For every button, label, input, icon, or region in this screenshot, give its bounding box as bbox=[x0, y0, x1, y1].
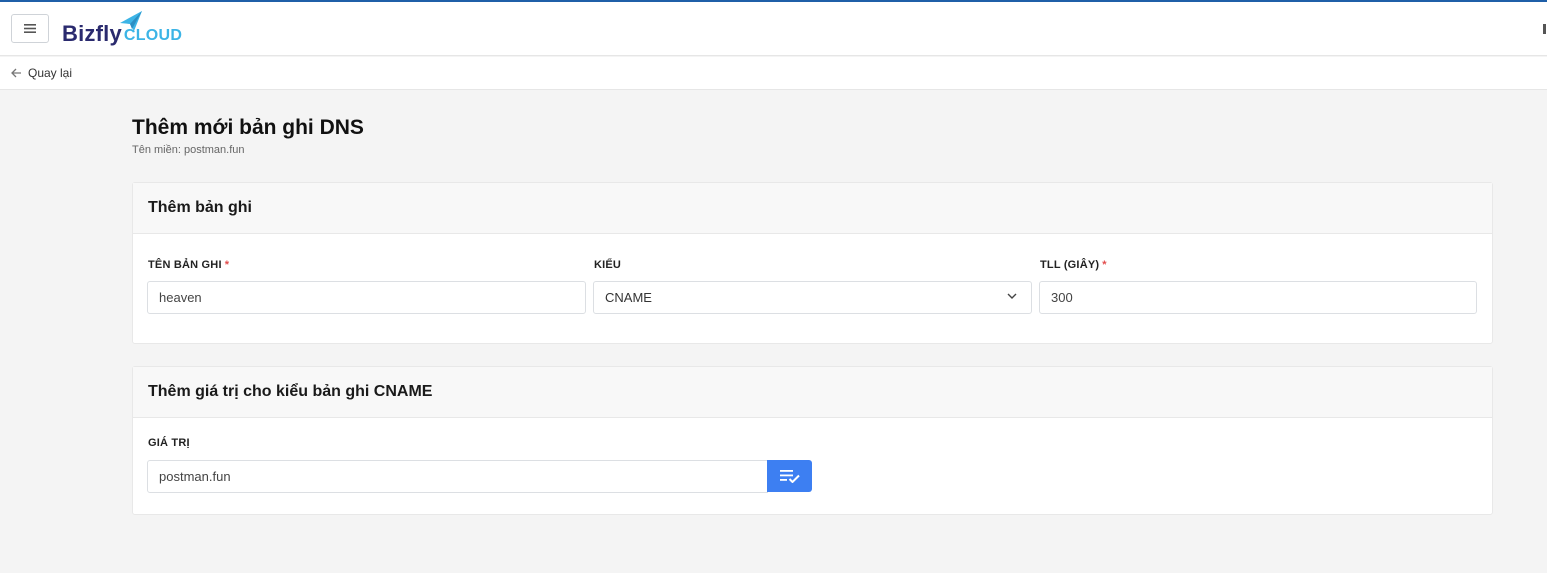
hamburger-menu-icon bbox=[24, 24, 36, 33]
record-type-label: KIỂU bbox=[594, 259, 622, 271]
value-label: GIÁ TRỊ bbox=[148, 437, 190, 449]
sub-navigation-bar: Quay lại bbox=[0, 57, 1547, 90]
record-type-select[interactable]: CNAME bbox=[593, 281, 1032, 314]
chevron-down-icon bbox=[1007, 293, 1017, 299]
logo-main-text: Bizfly bbox=[62, 21, 122, 46]
required-mark: * bbox=[224, 259, 230, 271]
required-mark: * bbox=[1102, 259, 1107, 271]
arrow-left-icon bbox=[11, 68, 21, 78]
menu-toggle-button[interactable] bbox=[11, 14, 49, 43]
record-name-label: TÊN BẢN GHI * bbox=[148, 259, 229, 271]
value-card: Thêm giá trị cho kiểu bản ghi CNAME GIÁ … bbox=[132, 366, 1493, 515]
ttl-label-text: TLL (GIÂY) bbox=[1040, 259, 1100, 271]
value-input[interactable] bbox=[147, 460, 768, 493]
back-label: Quay lại bbox=[28, 66, 73, 80]
list-check-icon bbox=[779, 470, 800, 483]
record-card-title: Thêm bản ghi bbox=[133, 183, 1492, 234]
bizfly-logo[interactable]: Bizfly CLOUD bbox=[62, 11, 182, 47]
record-card: Thêm bản ghi TÊN BẢN GHI* KIỂU CNAME TLL… bbox=[132, 182, 1493, 344]
page-subtitle: Tên miền: postman.fun bbox=[132, 144, 245, 156]
header-edge-item bbox=[1543, 24, 1546, 34]
record-name-input[interactable] bbox=[147, 281, 586, 314]
value-card-title: Thêm giá trị cho kiểu bản ghi CNAME bbox=[133, 367, 1492, 418]
back-link[interactable]: Quay lại bbox=[11, 66, 72, 80]
record-name-label-text: TÊN BẢN GHI bbox=[148, 259, 222, 271]
app-header: Bizfly CLOUD bbox=[0, 2, 1547, 56]
ttl-label: TLL (GIÂY) * bbox=[1040, 259, 1107, 271]
page-title: Thêm mới bản ghi DNS bbox=[132, 116, 364, 139]
record-type-value: CNAME bbox=[605, 290, 652, 305]
value-list-button[interactable] bbox=[767, 460, 812, 492]
ttl-input[interactable] bbox=[1039, 281, 1477, 314]
paper-plane-icon bbox=[120, 11, 142, 31]
